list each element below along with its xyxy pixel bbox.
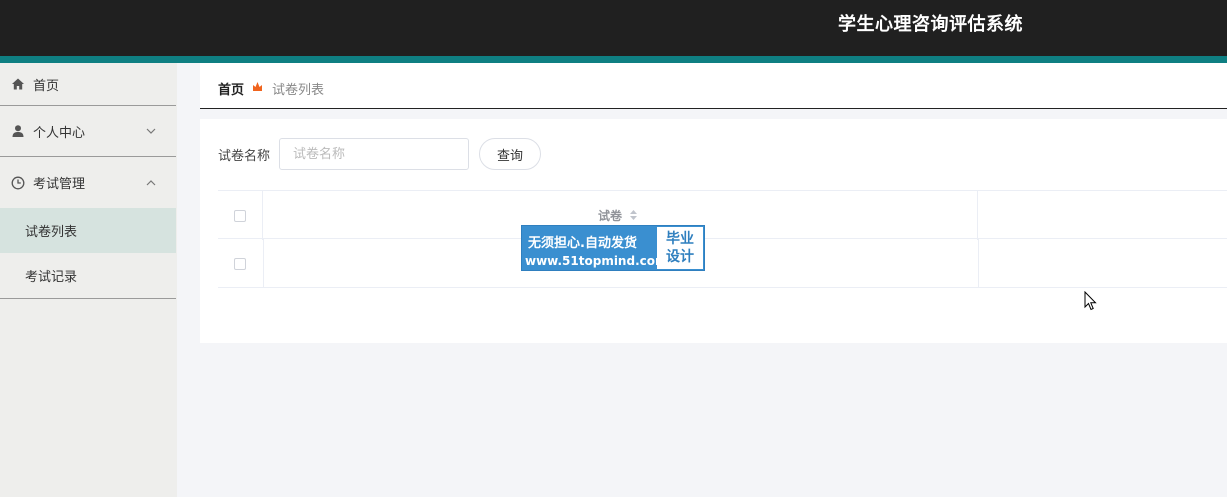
watermark-badge: 毕业 设计: [657, 227, 703, 269]
content-panel: 试卷名称 查询 试卷: [200, 119, 1227, 343]
sidebar-item-profile[interactable]: 个人中心: [0, 106, 176, 156]
flame-icon: [252, 81, 263, 92]
select-all-checkbox[interactable]: [234, 210, 246, 222]
paper-name-input[interactable]: [279, 138, 469, 170]
sidebar-item-home[interactable]: 首页: [0, 63, 176, 105]
chevron-up-icon: [146, 178, 156, 188]
divider: [0, 298, 176, 299]
app-title: 学生心理咨询评估系统: [838, 14, 1023, 35]
watermark-text: 无须担心.自动发货: [528, 236, 637, 251]
sidebar-subitem-paper-list[interactable]: 试卷列表: [0, 208, 176, 253]
sidebar: 首页 个人中心 考试管理 试卷列表 考试记录: [0, 63, 177, 497]
sidebar-item-label: 首页: [33, 78, 60, 94]
watermark-badge-text: 设计: [666, 249, 694, 265]
column-divider: [263, 239, 264, 288]
accent-stripe: [0, 56, 1227, 63]
search-label: 试卷名称: [218, 149, 271, 164]
breadcrumb-current: 试卷列表: [272, 83, 325, 98]
column-divider: [262, 191, 263, 240]
paper-table: 试卷: [218, 190, 1227, 288]
sidebar-item-label: 考试管理: [33, 177, 86, 192]
watermark-badge-text: 毕业: [666, 231, 694, 247]
sidebar-subitem-exam-records[interactable]: 考试记录: [0, 253, 176, 298]
column-divider: [977, 191, 978, 240]
row-checkbox[interactable]: [234, 258, 246, 270]
chevron-down-icon: [146, 126, 156, 136]
table-row: [218, 239, 1227, 288]
home-icon: [11, 77, 25, 91]
query-button[interactable]: 查询: [479, 138, 541, 170]
watermark-url: www.51topmind.com: [525, 254, 668, 268]
sidebar-item-exam-management[interactable]: 考试管理: [0, 157, 176, 208]
column-header-paper[interactable]: 试卷: [598, 207, 622, 224]
watermark-banner: 无须担心.自动发货 www.51topmind.com 毕业 设计: [521, 225, 705, 271]
mouse-cursor-icon: [1084, 290, 1097, 311]
breadcrumb-home[interactable]: 首页: [218, 79, 244, 98]
breadcrumb: 首页 试卷列表: [200, 63, 1227, 109]
user-icon: [11, 124, 25, 138]
sort-icon[interactable]: [629, 208, 638, 222]
table-header-row: 试卷: [218, 190, 1227, 240]
top-navbar: 学生心理咨询评估系统: [0, 0, 1227, 56]
sidebar-item-label: 个人中心: [33, 125, 86, 141]
clock-icon: [11, 176, 25, 190]
column-divider: [978, 239, 979, 288]
